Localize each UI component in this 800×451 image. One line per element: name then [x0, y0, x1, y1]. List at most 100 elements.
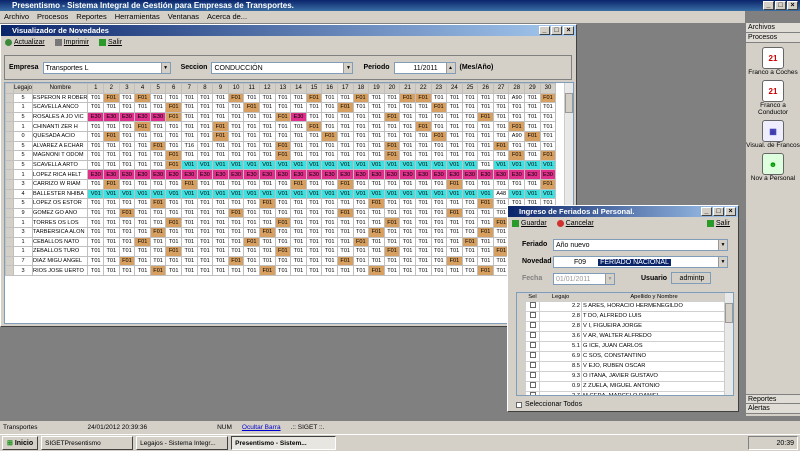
cell-novedad[interactable]: F01	[103, 92, 120, 104]
cell-novedad[interactable]: V01	[336, 188, 354, 200]
cell-novedad[interactable]: T01	[181, 102, 198, 113]
cell-nombre[interactable]: LOPEZ OS ESTOR	[32, 198, 89, 209]
personal-row[interactable]: 2.7 M CERA, MARCELO DANIEL	[517, 391, 727, 395]
cell-novedad[interactable]: T01	[383, 121, 401, 132]
cell-novedad[interactable]: V01	[290, 188, 307, 200]
cell-novedad[interactable]: T01	[492, 111, 510, 123]
cell-novedad[interactable]: T01	[399, 121, 416, 132]
cell-nombre[interactable]: ESPERON R ROBER	[32, 92, 89, 104]
cell-nombre[interactable]: BALLESTER NHIBA	[32, 188, 89, 200]
cell-novedad[interactable]: T01	[461, 121, 479, 132]
cell-novedad[interactable]: T01	[103, 150, 120, 161]
cell-novedad[interactable]: F01	[383, 111, 401, 123]
cell-novedad[interactable]: E30	[87, 111, 105, 123]
cell-novedad[interactable]: F01	[461, 236, 479, 248]
cell-novedad[interactable]: T01	[149, 178, 167, 190]
cell-novedad[interactable]: T01	[399, 140, 416, 152]
cell-novedad[interactable]: T01	[430, 265, 448, 276]
dialog-exit-button[interactable]: Salir	[706, 220, 730, 227]
cell-novedad[interactable]: T01	[103, 226, 120, 238]
cell-novedad[interactable]: T01	[305, 140, 323, 152]
cell-novedad[interactable]: V01	[274, 159, 292, 171]
cell-novedad[interactable]: T01	[539, 130, 557, 142]
personal-grid[interactable]: Sel Legajo Apellido y Nombre 2.2 S ARES, HOR…	[516, 292, 734, 396]
checkbox[interactable]	[529, 372, 536, 378]
cell-novedad[interactable]: T01	[321, 150, 338, 161]
cell-novedad[interactable]: T01	[399, 265, 416, 276]
cell-nombre[interactable]: M CERA, MARCELO DANIEL	[581, 391, 727, 395]
cell-novedad[interactable]: T01	[87, 236, 105, 248]
cell-novedad[interactable]: T01	[227, 130, 245, 142]
cell-novedad[interactable]: T01	[461, 198, 479, 209]
cell-novedad[interactable]: T01	[430, 236, 448, 248]
cell-novedad[interactable]: T01	[446, 198, 463, 209]
cell-novedad[interactable]: T01	[227, 178, 245, 190]
visual-francos-shortcut[interactable]: ▦ Visual. de Francos	[746, 120, 800, 149]
grid-row[interactable]: 0 QUESADA ACIO T01 F01 T01 T01 T01 T01 T01 T01 F01…	[5, 130, 557, 142]
cell-novedad[interactable]: T01	[539, 121, 557, 132]
cell-novedad[interactable]: V01	[352, 159, 370, 171]
cell-novedad[interactable]: T01	[181, 255, 198, 267]
cell-novedad[interactable]: F01	[243, 236, 260, 248]
cell-novedad[interactable]: T01	[477, 150, 494, 161]
cell-novedad[interactable]: T01	[492, 92, 510, 104]
grid-row[interactable]: 3 CARRIZO W RIAM T01 F01 T01 T01 T01 T01 F01 T01 T…	[5, 178, 557, 190]
cell-novedad[interactable]: T01	[118, 217, 136, 228]
cell-novedad[interactable]: T01	[258, 102, 276, 113]
cell-nombre[interactable]: T DO, ALFREDO LUIS	[581, 311, 727, 322]
cell-novedad[interactable]: V01	[430, 188, 448, 200]
cell-novedad[interactable]: T01	[181, 198, 198, 209]
cell-novedad[interactable]: T01	[134, 178, 151, 190]
cell-novedad[interactable]: T01	[336, 198, 354, 209]
cell-novedad[interactable]: T01	[227, 140, 245, 152]
cell-novedad[interactable]: T01	[196, 150, 214, 161]
cell-novedad[interactable]: T01	[118, 102, 136, 113]
cell-novedad[interactable]: T01	[336, 92, 354, 104]
cell-legajo[interactable]: 0	[12, 130, 34, 142]
cell-novedad[interactable]: T01	[414, 207, 432, 219]
cell-novedad[interactable]: F01	[149, 226, 167, 238]
cell-novedad[interactable]: T01	[103, 121, 120, 132]
cell-novedad[interactable]: T01	[446, 130, 463, 142]
personal-row[interactable]: 9.3 O ITANA, JAVIER GUSTAVO	[517, 371, 727, 382]
cell-novedad[interactable]: T01	[196, 226, 214, 238]
cell-novedad[interactable]: T01	[165, 207, 182, 219]
cell-novedad[interactable]: T01	[492, 121, 510, 132]
cell-legajo[interactable]: 5	[12, 150, 34, 161]
cell-novedad[interactable]: T01	[118, 236, 136, 248]
cancel-button[interactable]: Cancelar	[556, 220, 594, 227]
column-header-day[interactable]: 16	[321, 83, 338, 94]
minimize-button[interactable]: _	[763, 1, 774, 10]
row-indicator[interactable]	[5, 178, 14, 190]
cell-novedad[interactable]: E30	[492, 169, 510, 180]
cell-legajo[interactable]: 8.5	[539, 361, 582, 372]
cell-novedad[interactable]: T01	[212, 178, 229, 190]
cell-novedad[interactable]: T01	[103, 236, 120, 248]
cell-novedad[interactable]: F01	[149, 140, 167, 152]
cell-novedad[interactable]: T01	[118, 150, 136, 161]
cell-novedad[interactable]: F01	[118, 255, 136, 267]
cell-novedad[interactable]: A90	[508, 130, 526, 142]
cell-novedad[interactable]: V01	[87, 188, 105, 200]
cell-novedad[interactable]: F01	[243, 102, 260, 113]
grid-row[interactable]: 1 TORRES OS LOS T01 T01 T01 T01 T01 F01 T01 T01 T0…	[5, 217, 557, 228]
cell-novedad[interactable]: V01	[399, 159, 416, 171]
cell-novedad[interactable]: T01	[461, 265, 479, 276]
cell-novedad[interactable]: V01	[383, 188, 401, 200]
cell-legajo[interactable]: 3	[12, 265, 34, 276]
cell-novedad[interactable]: F01	[477, 198, 494, 209]
cell-novedad[interactable]: T01	[149, 92, 167, 104]
cell-legajo[interactable]: 4	[12, 188, 34, 200]
cell-novedad[interactable]: V01	[477, 188, 494, 200]
cell-novedad[interactable]: E30	[414, 169, 432, 180]
grid-row[interactable]: 3 TARBERSICA ALON T01 T01 T01 T01 F01 T01 T01 T01…	[5, 226, 557, 238]
row-indicator[interactable]	[517, 311, 526, 322]
cell-nombre[interactable]: V I, FIGUEIRA JORGE	[581, 321, 727, 332]
cell-novedad[interactable]: T01	[477, 217, 494, 228]
cell-novedad[interactable]: T01	[165, 178, 182, 190]
grid-row[interactable]: 4 BALLESTER NHIBA V01 V01 V01 V01 V01 V01 V01 V01…	[5, 188, 557, 200]
cell-novedad[interactable]: V01	[368, 188, 385, 200]
cell-novedad[interactable]: T01	[274, 198, 292, 209]
row-indicator[interactable]	[5, 111, 14, 123]
cell-novedad[interactable]: T01	[508, 140, 526, 152]
